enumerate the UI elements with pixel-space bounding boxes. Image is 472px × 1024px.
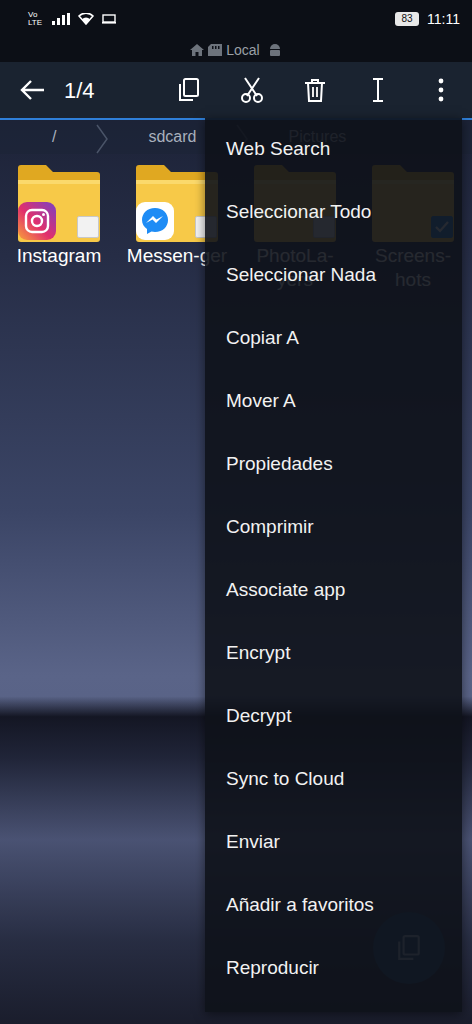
chevron-icon — [96, 120, 108, 153]
screen-icon — [102, 14, 116, 24]
wifi-icon — [78, 13, 94, 25]
status-left: Vo LTE — [28, 11, 116, 27]
menu-item[interactable]: Decrypt — [205, 685, 462, 748]
menu-item[interactable]: Añadir a favoritos — [205, 874, 462, 937]
menu-item[interactable]: Associate app — [205, 559, 462, 622]
home-icon[interactable] — [190, 44, 204, 56]
breadcrumb-item[interactable]: / — [52, 125, 56, 149]
toolbar: 1/4 — [0, 62, 472, 118]
menu-item[interactable]: Seleccionar Todo — [205, 181, 462, 244]
menu-item[interactable]: Web Search — [205, 118, 462, 181]
android-icon — [268, 43, 282, 57]
rename-icon[interactable] — [346, 62, 409, 118]
trash-icon[interactable] — [283, 62, 346, 118]
folder-checkbox[interactable] — [77, 216, 99, 238]
menu-item[interactable]: Seleccionar Nada — [205, 244, 462, 307]
menu-item[interactable]: Propiedades — [205, 433, 462, 496]
overflow-menu: Web SearchSeleccionar TodoSeleccionar Na… — [205, 118, 462, 1012]
battery-level: 83 — [395, 12, 419, 26]
signal-icon — [52, 13, 70, 25]
location-label[interactable]: Local — [226, 40, 259, 61]
breadcrumb-item[interactable]: sdcard — [148, 125, 196, 149]
folder-icon[interactable] — [16, 164, 102, 244]
cut-icon[interactable] — [220, 62, 283, 118]
menu-item[interactable]: Enviar — [205, 811, 462, 874]
status-right: 83 11:11 — [395, 9, 460, 30]
more-icon[interactable] — [409, 62, 472, 118]
menu-item[interactable]: Mover A — [205, 370, 462, 433]
network-label: Vo LTE — [28, 11, 44, 27]
selection-count: 1/4 — [64, 74, 95, 107]
folder-item[interactable]: Instagram — [0, 164, 118, 292]
menu-item[interactable]: Comprimir — [205, 496, 462, 559]
messenger-icon — [136, 202, 174, 240]
menu-item[interactable]: Sync to Cloud — [205, 748, 462, 811]
instagram-icon — [18, 202, 56, 240]
location-bar: Local — [0, 38, 472, 62]
menu-item[interactable]: Reproducir — [205, 937, 462, 1000]
folder-label: Instagram — [4, 244, 114, 268]
copy-icon[interactable] — [157, 62, 220, 118]
menu-item[interactable]: Encrypt — [205, 622, 462, 685]
back-arrow-icon[interactable] — [0, 62, 64, 118]
status-bar: Vo LTE 83 11:11 — [0, 0, 472, 38]
toolbar-actions — [157, 62, 472, 118]
clock: 11:11 — [427, 9, 460, 30]
sd-card-icon — [208, 44, 222, 56]
menu-item[interactable]: Copiar A — [205, 307, 462, 370]
